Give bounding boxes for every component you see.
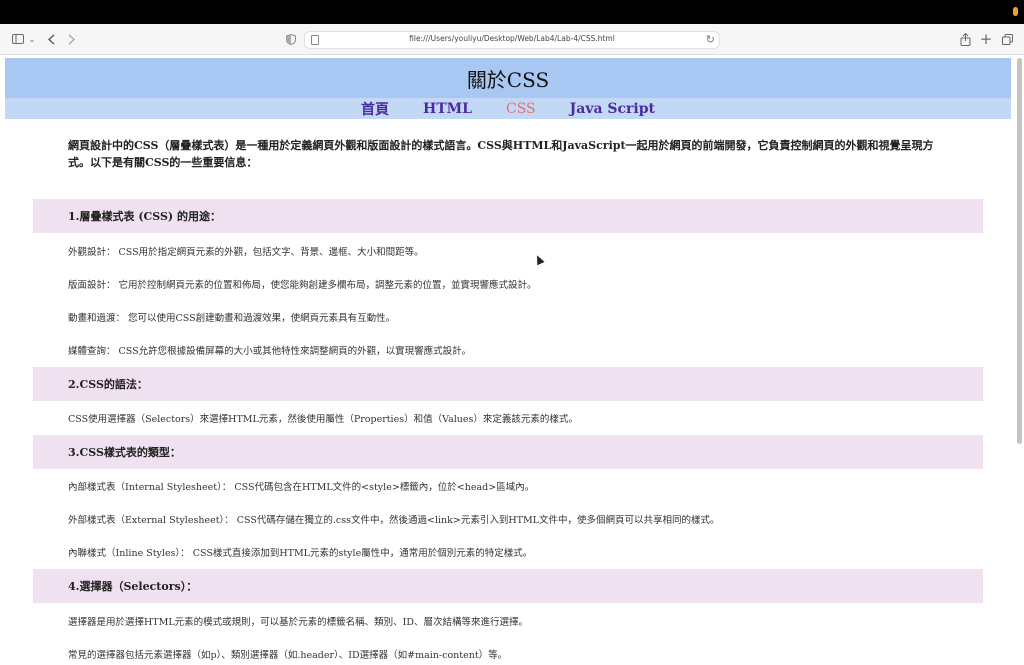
section-heading-usage: 1.層疊樣式表 (CSS) 的用途：: [33, 199, 983, 233]
section-heading-syntax: 2.CSS的語法：: [33, 367, 983, 401]
main-nav: 首頁 HTML CSS Java Script: [5, 98, 1011, 119]
list-item: 版面設計： 它用於控制網頁元素的位置和佈局，使您能夠創建多欄布局，調整元素的位置…: [68, 280, 537, 291]
forward-icon[interactable]: [66, 30, 76, 48]
section-heading-text: 1.層疊樣式表 (CSS) 的用途：: [68, 210, 221, 223]
list-item: 外部樣式表（External Stylesheet）： CSS代碼存儲在獨立的.…: [68, 515, 720, 526]
address-bar-url: file:///Users/youliyu/Desktop/Web/Lab4/L…: [409, 34, 615, 43]
section-heading-text: 3.CSS樣式表的類型：: [68, 446, 181, 459]
list-item: 媒體查詢： CSS允許您根據設備屏幕的大小或其他特性來調整網頁的外觀，以實現響應…: [68, 346, 472, 357]
list-item: 動畫和過渡： 您可以使用CSS創建動畫和過渡效果，使網頁元素具有互動性。: [68, 313, 396, 324]
section-heading-text: 4.選擇器（Selectors）：: [68, 580, 198, 593]
shield-icon[interactable]: [285, 30, 297, 48]
nav-link-home[interactable]: 首頁: [361, 99, 389, 119]
chevron-down-icon[interactable]: ⌄: [28, 30, 36, 48]
section-heading-text: 2.CSS的語法：: [68, 378, 148, 391]
sidebar-toggle-icon[interactable]: [11, 30, 25, 48]
new-tab-icon[interactable]: +: [980, 30, 993, 48]
nav-link-html[interactable]: HTML: [423, 101, 472, 117]
browser-toolbar: ⌄ file:///Users/youliyu/Desktop/Web/Lab4…: [0, 24, 1024, 55]
list-item: CSS使用選擇器（Selectors）來選擇HTML元素，然後使用屬性（Prop…: [68, 414, 578, 425]
intro-paragraph: 網頁設計中的CSS（層疊樣式表）是一種用於定義網頁外觀和版面設計的樣式語言。CS…: [68, 139, 934, 169]
list-item: 內聯樣式（Inline Styles）： CSS樣式直接添加到HTML元素的st…: [68, 548, 533, 559]
vertical-scrollbar[interactable]: [1017, 58, 1022, 444]
status-indicator-icon: [1013, 7, 1018, 16]
nav-link-javascript[interactable]: Java Script: [570, 101, 655, 117]
web-page: 關於CSS 首頁 HTML CSS Java Script 網頁設計中的CSS（…: [0, 56, 1024, 665]
list-item: 內部樣式表（Internal Stylesheet）： CSS代碼包含在HTML…: [68, 482, 535, 493]
reload-icon[interactable]: ↻: [706, 33, 715, 46]
page-header: 關於CSS: [5, 58, 1011, 98]
section-heading-types: 3.CSS樣式表的類型：: [33, 435, 983, 469]
back-icon[interactable]: [46, 30, 56, 48]
system-menu-bar: [0, 0, 1024, 24]
share-icon[interactable]: [958, 30, 972, 48]
address-bar[interactable]: file:///Users/youliyu/Desktop/Web/Lab4/L…: [304, 31, 720, 49]
list-item: 選擇器是用於選擇HTML元素的模式或規則，可以基於元素的標籤名稱、類別、ID、層…: [68, 617, 529, 628]
tab-overview-icon[interactable]: [1001, 30, 1014, 48]
list-item: 常見的選擇器包括元素選擇器（如p）、類別選擇器（如.header）、ID選擇器（…: [68, 650, 508, 661]
section-heading-selectors: 4.選擇器（Selectors）：: [33, 569, 983, 603]
page-title: 關於CSS: [466, 67, 550, 92]
list-item: 外觀設計： CSS用於指定網頁元素的外觀，包括文字、背景、邊框、大小和間距等。: [68, 247, 424, 258]
nav-link-css[interactable]: CSS: [506, 101, 536, 117]
